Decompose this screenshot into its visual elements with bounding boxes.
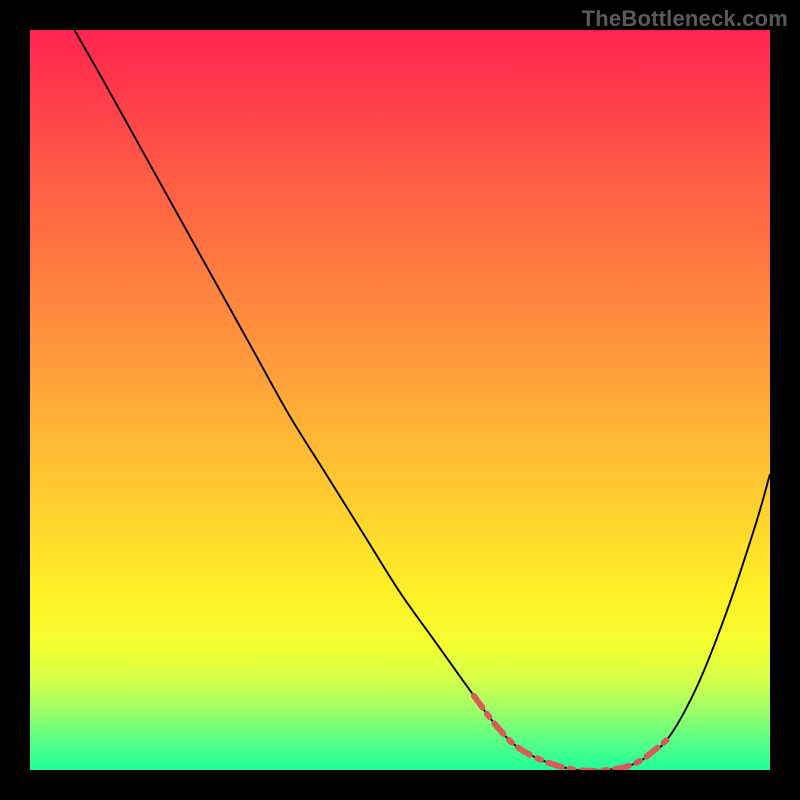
bottleneck-curve	[74, 30, 770, 770]
trough-dashed-segment	[474, 696, 666, 770]
chart-container: TheBottleneck.com	[0, 0, 800, 800]
plot-area	[30, 30, 770, 770]
chart-svg	[30, 30, 770, 770]
watermark-text: TheBottleneck.com	[582, 6, 788, 32]
